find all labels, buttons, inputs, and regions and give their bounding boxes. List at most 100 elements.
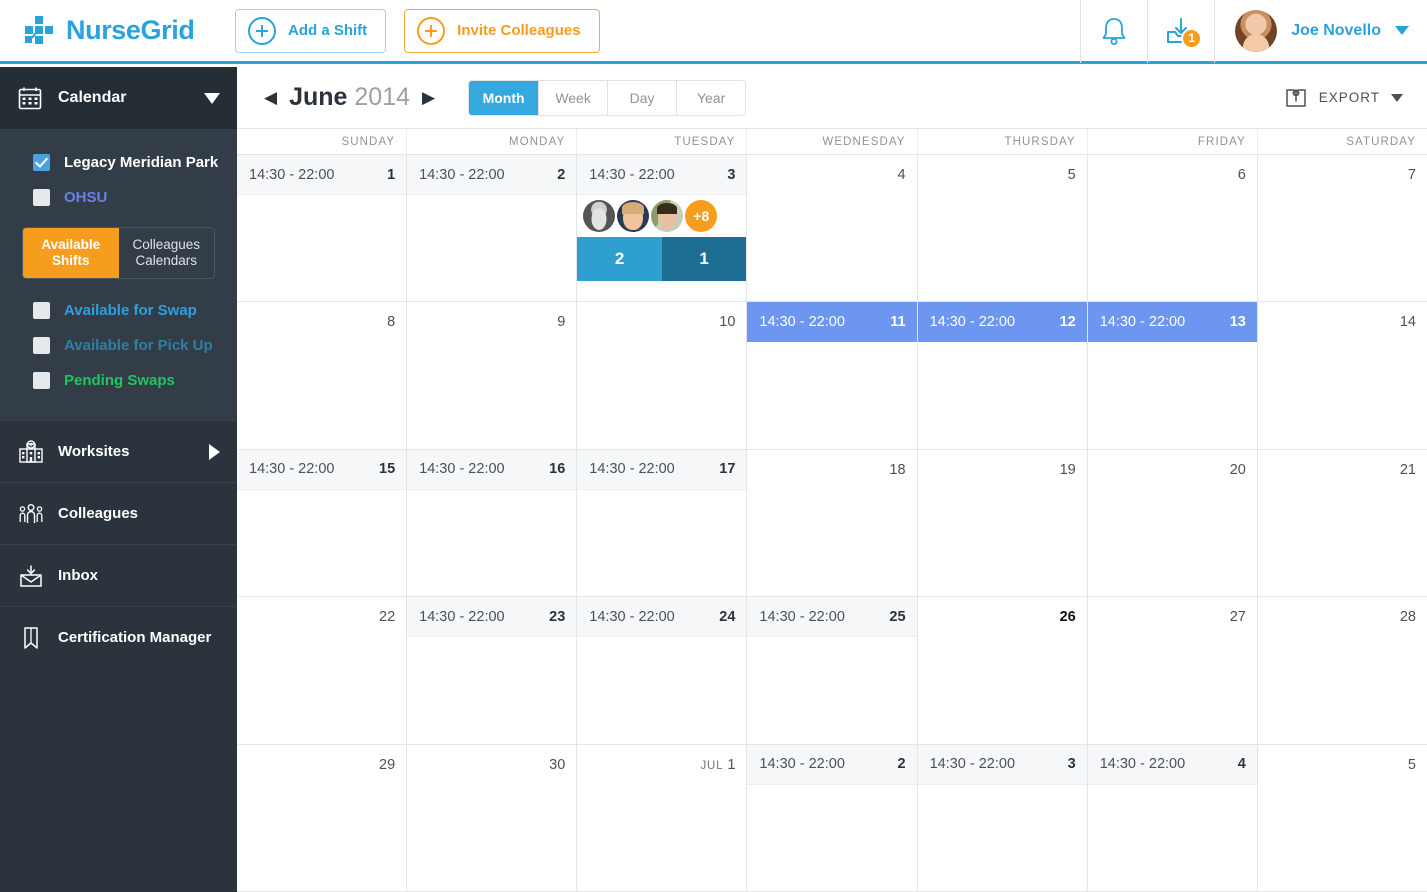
dow-friday: FRIDAY — [1086, 129, 1257, 154]
colleagues-calendars-tab[interactable]: Colleagues Calendars — [118, 228, 214, 278]
filter-pending-swaps[interactable]: Pending Swaps — [0, 363, 237, 398]
tab-week[interactable]: Week — [538, 80, 608, 115]
sidebar-item-worksites[interactable]: Worksites — [0, 420, 237, 482]
calendar-day-cell[interactable]: 8 — [237, 302, 406, 448]
day-number-group: 24 — [719, 609, 735, 625]
calendar-day-cell[interactable]: 27 — [1086, 597, 1257, 744]
calendar-day-cell[interactable]: JUL 1 — [576, 744, 746, 892]
calendar-day-cell[interactable]: 14:30 - 22:00 3 +8 2 1 — [576, 155, 747, 302]
day-number: 12 — [1059, 314, 1076, 331]
tab-month[interactable]: Month — [469, 80, 539, 115]
triangle-right-icon[interactable] — [209, 443, 220, 460]
calendar-day-cell[interactable]: 14 — [1256, 302, 1427, 449]
calendar-day-cell[interactable]: 14:30 - 22:00 24 — [576, 597, 747, 744]
day-header: 14 — [1258, 302, 1427, 342]
day-number-group: 3 — [727, 167, 735, 183]
day-header: 14:30 - 22:00 17 — [577, 449, 747, 490]
day-number: 23 — [549, 608, 566, 625]
export-button[interactable]: EXPORT — [1284, 86, 1409, 110]
filter-label: Available for Swap — [64, 302, 197, 319]
sidebar-item-certification-manager[interactable]: Certification Manager — [0, 606, 237, 668]
calendar-day-cell[interactable]: 14:30 - 22:00 11 — [746, 302, 917, 449]
avatar[interactable] — [651, 200, 684, 232]
invite-colleagues-button[interactable]: Invite Colleagues — [404, 8, 600, 53]
inbox-button[interactable]: 1 — [1147, 0, 1214, 63]
calendar-day-cell[interactable]: 18 — [746, 449, 916, 597]
sidebar-item-inbox[interactable]: Inbox — [0, 544, 237, 606]
calendar-day-cell[interactable]: 14:30 - 22:00 23 — [406, 597, 577, 744]
calendar-day-cell[interactable]: 4 — [746, 155, 916, 302]
calendar-day-cell[interactable]: 26 — [916, 597, 1087, 744]
calendar-day-cell[interactable]: 5 — [916, 155, 1087, 302]
avatar[interactable] — [583, 200, 616, 232]
calendar-day-cell[interactable]: 19 — [916, 449, 1087, 597]
notifications-button[interactable] — [1080, 0, 1147, 63]
avatar-overflow-count[interactable]: +8 — [685, 200, 718, 232]
calendar-day-cell[interactable]: 7 — [1256, 155, 1427, 302]
sidebar-item-colleagues-label: Colleagues — [58, 505, 139, 522]
calendar-day-cell[interactable]: 20 — [1086, 449, 1257, 597]
calendar-day-cell[interactable]: 29 — [237, 745, 406, 891]
avatar[interactable] — [617, 200, 650, 232]
checkbox[interactable] — [33, 372, 50, 389]
checkbox[interactable] — [33, 189, 50, 206]
calendar-day-cell[interactable]: 22 — [237, 597, 406, 743]
calendar-day-cell[interactable]: 14:30 - 22:00 17 — [576, 449, 747, 597]
view-switcher: Month Week Day Year — [468, 79, 747, 116]
sidebar-item-calendar[interactable]: Calendar — [0, 67, 237, 129]
add-shift-button[interactable]: Add a Shift — [235, 8, 387, 53]
next-month-button[interactable]: ▶ — [417, 88, 440, 108]
calendar-day-cell[interactable]: 5 — [1256, 744, 1427, 892]
calendar-day-cell[interactable]: 14:30 - 22:00 13 — [1086, 302, 1257, 449]
calendar-day-cell[interactable]: 14:30 - 22:00 12 — [916, 302, 1087, 449]
day-number-group: 16 — [549, 461, 565, 477]
filter-legacy-meridian-park[interactable]: Legacy Meridian Park — [0, 145, 237, 180]
calendar-icon — [17, 85, 45, 111]
day-number: 5 — [1067, 167, 1076, 183]
calendar-day-cell[interactable]: 14:30 - 22:00 2 — [746, 744, 917, 892]
calendar-day-cell[interactable]: 30 — [406, 744, 576, 892]
shift-count-badge[interactable]: 1 — [661, 237, 747, 281]
inbox-badge: 1 — [1181, 27, 1203, 49]
day-header: 19 — [918, 450, 1087, 490]
calendar-day-cell[interactable]: 21 — [1256, 449, 1427, 597]
checkbox[interactable] — [33, 337, 50, 354]
checkbox[interactable] — [33, 302, 50, 319]
shift-count-badge[interactable]: 2 — [577, 237, 662, 281]
filter-available-for-swap[interactable]: Available for Swap — [0, 293, 237, 328]
day-number: 28 — [1399, 609, 1416, 626]
month-prefix: JUL — [700, 759, 724, 772]
day-header: 26 — [918, 597, 1087, 637]
filter-ohsu[interactable]: OHSU — [0, 180, 237, 215]
sidebar-item-colleagues[interactable]: Colleagues — [0, 482, 237, 544]
calendar-day-cell[interactable]: 14:30 - 22:00 3 — [916, 744, 1087, 892]
tab-day[interactable]: Day — [607, 80, 677, 115]
prev-month-button[interactable]: ◀ — [259, 88, 282, 108]
sidebar-item-inbox-label: Inbox — [58, 567, 98, 584]
plus-icon — [417, 16, 446, 45]
colleague-avatars[interactable]: +8 — [577, 195, 746, 232]
calendar-day-cell[interactable]: 14:30 - 22:00 16 — [406, 449, 577, 597]
calendar-day-cell[interactable]: 9 — [406, 302, 576, 449]
day-header: 14:30 - 22:00 13 — [1087, 302, 1257, 343]
triangle-down-icon[interactable] — [204, 92, 220, 104]
available-shifts-tab[interactable]: Available Shifts — [23, 228, 119, 278]
shift-time: 14:30 - 22:00 — [419, 461, 505, 478]
day-number: 4 — [897, 167, 906, 183]
shift-time: 14:30 - 22:00 — [1099, 314, 1186, 331]
calendar-day-cell[interactable]: 14:30 - 22:00 15 — [237, 449, 407, 596]
calendar-day-cell[interactable]: 10 — [576, 302, 746, 449]
checkbox[interactable] — [33, 154, 50, 171]
day-header: 14:30 - 22:00 16 — [407, 449, 577, 490]
calendar-day-cell[interactable]: 14:30 - 22:00 1 — [237, 155, 407, 301]
calendar-day-cell[interactable]: 28 — [1256, 597, 1427, 744]
calendar-day-cell[interactable]: 6 — [1086, 155, 1257, 302]
day-number: 16 — [549, 461, 566, 478]
user-menu[interactable]: Joe Novello — [1214, 0, 1427, 63]
calendar-day-cell[interactable]: 14:30 - 22:00 25 — [746, 597, 917, 744]
tab-year[interactable]: Year — [676, 80, 746, 115]
calendar-day-cell[interactable]: 14:30 - 22:00 2 — [406, 155, 577, 302]
day-number-group: 6 — [1238, 167, 1246, 183]
calendar-day-cell[interactable]: 14:30 - 22:00 4 — [1086, 744, 1257, 892]
filter-available-for-pick-up[interactable]: Available for Pick Up — [0, 328, 237, 363]
